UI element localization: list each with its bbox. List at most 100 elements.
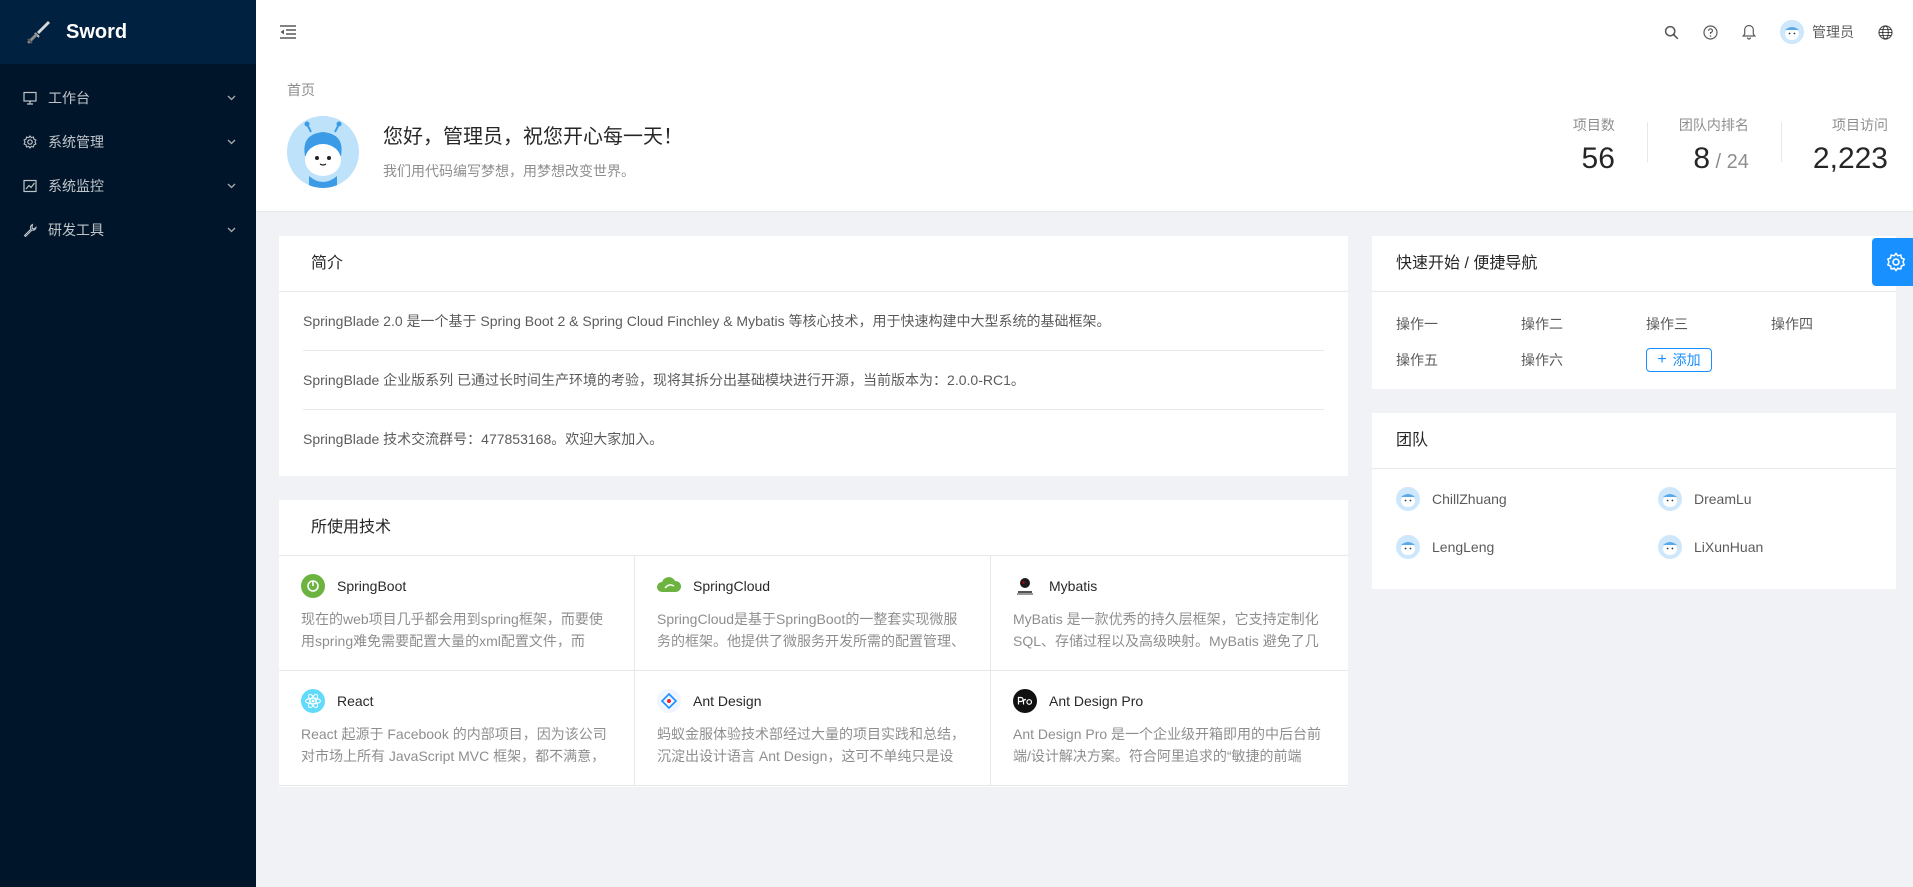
stat-team-rank: 团队内排名 8 / 24 <box>1646 114 1781 181</box>
user-menu[interactable]: 管理员 <box>1768 0 1866 64</box>
header-actions: 管理员 <box>1652 0 1913 64</box>
member-name: DreamLu <box>1694 491 1752 507</box>
settings-drawer-button[interactable] <box>1872 238 1913 286</box>
tool-icon <box>22 222 38 238</box>
tech-item-react[interactable]: React React 起源于 Facebook 的内部项目，因为该公司对市场上… <box>279 671 635 786</box>
tech-head: SpringBoot <box>301 574 612 598</box>
stat-number: 56 <box>1581 142 1615 175</box>
desktop-icon <box>22 90 38 106</box>
sidebar-item-label: 工作台 <box>48 90 90 106</box>
tech-item-springcloud[interactable]: SpringCloud SpringCloud是基于SpringBoot的一整套… <box>635 556 991 671</box>
stat-label: 团队内排名 <box>1678 117 1749 133</box>
menu-fold-icon <box>280 25 296 39</box>
tech-item-ant-design[interactable]: Ant Design 蚂蚁金服体验技术部经过大量的项目实践和总结，沉淀出设计语言… <box>635 671 991 786</box>
chevron-down-icon <box>226 181 236 191</box>
avatar <box>287 116 359 188</box>
team-member[interactable]: ChillZhuang <box>1396 483 1658 515</box>
tech-item-ant-design-pro[interactable]: Ant Design Pro Ant Design Pro 是一个企业级开箱即用… <box>991 671 1348 786</box>
tech-head: SpringCloud <box>657 574 968 598</box>
intro-list: SpringBlade 2.0 是一个基于 Spring Boot 2 & Sp… <box>279 292 1348 469</box>
search-icon <box>1664 25 1679 39</box>
card-title: 团队 <box>1372 413 1896 469</box>
quick-link[interactable]: 操作五 <box>1396 348 1521 372</box>
menu-fold-button[interactable] <box>256 0 320 64</box>
notification-button[interactable] <box>1730 0 1768 64</box>
card-title: 所使用技术 <box>279 500 1348 556</box>
intro-line: SpringBlade 2.0 是一个基于 Spring Boot 2 & Sp… <box>303 292 1324 351</box>
stat-value: 56 <box>1573 140 1615 178</box>
user-name: 管理员 <box>1812 24 1854 40</box>
stat-number: 8 <box>1693 142 1710 175</box>
setting-icon <box>22 134 38 150</box>
springcloud-icon <box>657 574 681 598</box>
search-button[interactable] <box>1652 0 1691 64</box>
welcome-title: 您好，管理员，祝您开心每一天！ <box>383 126 683 148</box>
ant-design-pro-icon <box>1013 689 1037 713</box>
quick-link[interactable]: 操作一 <box>1396 312 1521 336</box>
stat-number: 2,223 <box>1812 142 1888 175</box>
top-header: 管理员 <box>256 0 1913 64</box>
tech-name: SpringBoot <box>337 578 407 594</box>
sidebar-item-label: 系统管理 <box>48 134 104 150</box>
tech-name: Mybatis <box>1049 578 1098 594</box>
chevron-down-icon <box>226 93 236 103</box>
card-title: 简介 <box>279 236 1348 292</box>
tech-head: Ant Design Pro <box>1013 689 1326 713</box>
globe-icon <box>1878 24 1893 40</box>
sidebar-item-workbench[interactable]: 工作台 <box>0 76 256 120</box>
team-member[interactable]: LiXunHuan <box>1658 531 1896 563</box>
sword-logo-icon <box>27 21 50 44</box>
sidebar-item-dev-tools[interactable]: 研发工具 <box>0 208 256 252</box>
sidebar-item-label: 系统监控 <box>48 178 104 194</box>
tech-head: React <box>301 689 612 713</box>
stat-projects: 项目数 56 <box>1541 114 1647 181</box>
member-name: LiXunHuan <box>1694 539 1764 555</box>
page-header: 首页 您好，管理员，祝您开心每一天！ 我们用代码编写梦想，用梦想改变世界。 项目… <box>256 64 1913 212</box>
sidebar-item-system-management[interactable]: 系统管理 <box>0 120 256 164</box>
ant-design-icon <box>657 689 681 713</box>
language-button[interactable] <box>1866 0 1905 64</box>
quick-link[interactable]: 操作六 <box>1521 348 1646 372</box>
tech-name: Ant Design Pro <box>1049 693 1144 709</box>
tech-name: SpringCloud <box>693 578 771 594</box>
mybatis-icon <box>1013 574 1037 598</box>
tech-desc: React 起源于 Facebook 的内部项目，因为该公司对市场上所有 Jav… <box>301 726 607 764</box>
welcome-subtitle: 我们用代码编写梦想，用梦想改变世界。 <box>383 163 635 179</box>
stat-total: / 24 <box>1710 151 1749 173</box>
tech-grid: SpringBoot 现在的web项目几乎都会用到spring框架，而要使用sp… <box>279 556 1348 786</box>
stat-visits: 项目访问 2,223 <box>1780 114 1888 181</box>
breadcrumb[interactable]: 首页 <box>287 80 315 100</box>
add-link-button[interactable]: + 添加 <box>1646 348 1712 372</box>
quick-link[interactable]: 操作二 <box>1521 312 1646 336</box>
tech-item-mybatis[interactable]: Mybatis MyBatis 是一款优秀的持久层框架，它支持定制化 SQL、存… <box>991 556 1348 671</box>
quick-start-card: 快速开始 / 便捷导航 操作一 操作二 操作三 操作四 操作五 操作六 + 添加 <box>1372 236 1896 389</box>
sidebar: Sword 工作台 系统管理 系统监控 研发工具 <box>0 0 256 887</box>
tech-desc: 蚂蚁金服体验技术部经过大量的项目实践和总结，沉淀出设计语言 Ant Design… <box>657 726 965 764</box>
bell-icon <box>1742 24 1756 40</box>
avatar <box>1658 487 1682 511</box>
monitor-icon <box>22 178 38 194</box>
quick-link[interactable]: 操作三 <box>1646 312 1771 336</box>
quick-link[interactable]: 操作四 <box>1771 312 1896 336</box>
intro-card: 简介 SpringBlade 2.0 是一个基于 Spring Boot 2 &… <box>279 236 1348 476</box>
team-member[interactable]: LengLeng <box>1396 531 1658 563</box>
plus-icon: + <box>1657 351 1667 368</box>
tech-item-springboot[interactable]: SpringBoot 现在的web项目几乎都会用到spring框架，而要使用sp… <box>279 556 635 671</box>
member-name: ChillZhuang <box>1432 491 1507 507</box>
stats-panel: 项目数 56 团队内排名 8 / 24 项目访问 2,223 <box>1541 114 1888 181</box>
tech-head: Ant Design <box>657 689 968 713</box>
chevron-down-icon <box>226 225 236 235</box>
tech-card: 所使用技术 SpringBoot 现在的web项目几乎都会用到spring框架，… <box>279 500 1348 787</box>
stat-value: 8 / 24 <box>1679 140 1749 181</box>
stat-value: 2,223 <box>1813 140 1888 178</box>
sidebar-item-system-monitor[interactable]: 系统监控 <box>0 164 256 208</box>
avatar <box>1658 535 1682 559</box>
tech-name: React <box>337 693 374 709</box>
team-member[interactable]: DreamLu <box>1658 483 1896 515</box>
help-button[interactable] <box>1691 0 1730 64</box>
stat-label: 项目访问 <box>1832 117 1888 133</box>
tech-desc: MyBatis 是一款优秀的持久层框架，它支持定制化 SQL、存储过程以及高级映… <box>1013 611 1319 649</box>
react-icon <box>301 689 325 713</box>
logo[interactable]: Sword <box>0 0 256 64</box>
intro-line: SpringBlade 企业版系列 已通过长时间生产环境的考验，现将其拆分出基础… <box>303 351 1324 410</box>
